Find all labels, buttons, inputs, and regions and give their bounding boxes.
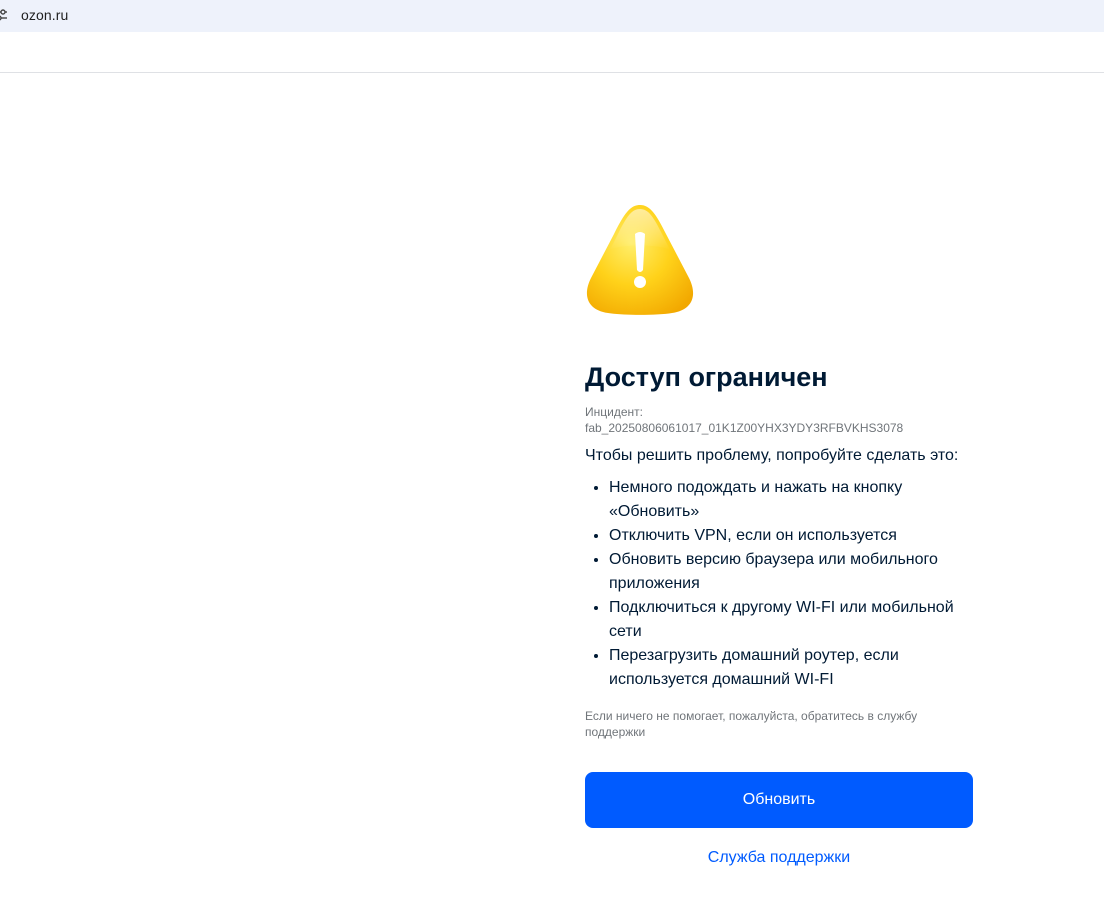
- support-link[interactable]: Служба поддержки: [585, 849, 973, 867]
- list-item: Перезагрузить домашний роутер, если испо…: [609, 644, 975, 692]
- page-title: Доступ ограничен: [585, 362, 828, 392]
- browser-toolbar: [0, 32, 1104, 73]
- help-text: Если ничего не помогает, пожалуйста, обр…: [585, 709, 918, 739]
- incident-info: Инцидент: fab_20250806061017_01K1Z00YHX3…: [585, 404, 975, 436]
- url-text[interactable]: ozon.ru: [21, 7, 68, 23]
- warning-icon: [580, 200, 700, 320]
- list-item: Обновить версию браузера или мобильного …: [609, 548, 975, 596]
- refresh-button[interactable]: Обновить: [585, 772, 973, 828]
- list-item: Немного подождать и нажать на кнопку «Об…: [609, 476, 975, 524]
- list-item: Отключить VPN, если он используется: [609, 524, 975, 548]
- incident-label: Инцидент:: [585, 405, 643, 419]
- address-bar[interactable]: ozon.ru: [0, 0, 1104, 32]
- intro-text: Чтобы решить проблему, попробуйте сделат…: [585, 447, 959, 464]
- list-item: Подключиться к другому WI-FI или мобильн…: [609, 596, 975, 644]
- tips-list: Немного подождать и нажать на кнопку «Об…: [585, 476, 975, 692]
- tune-icon[interactable]: [0, 8, 7, 22]
- incident-id: fab_20250806061017_01K1Z00YHX3YDY3RFBVKH…: [585, 421, 904, 435]
